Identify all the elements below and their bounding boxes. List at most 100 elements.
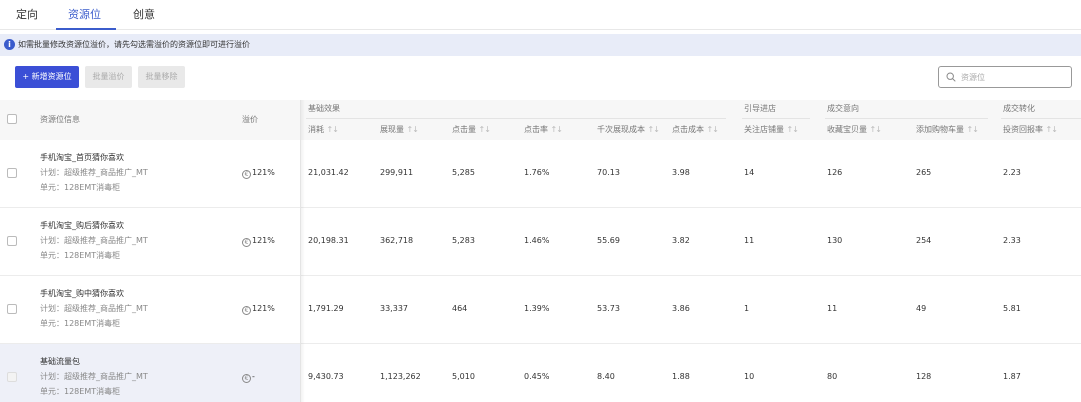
group-divider: [1001, 118, 1081, 119]
sort-icon[interactable]: ↑↓: [327, 125, 339, 134]
table-row[interactable]: 手机淘宝_购中猜你喜欢 计划：超级推荐_商品推广_MT 单元：128EMT消毒柜…: [0, 276, 1081, 344]
col-header-cost[interactable]: 消耗 ↑↓: [308, 124, 339, 135]
notice-banner: i 如需批量修改资源位溢价，请先勾选需溢价的资源位即可进行溢价: [0, 34, 1081, 56]
cell-roi: 5.81: [1003, 304, 1021, 313]
cell-cpc: 3.98: [672, 168, 690, 177]
row-checkbox[interactable]: [7, 304, 17, 314]
cell-add-to-cart: 265: [916, 168, 932, 177]
sort-icon[interactable]: ↑↓: [551, 125, 563, 134]
unit-label: 单元：128EMT消毒柜: [40, 183, 121, 192]
search-icon: [946, 72, 956, 82]
sort-icon[interactable]: ↑↓: [1046, 125, 1058, 134]
premium-icon: €: [242, 374, 251, 383]
col-header-impressions[interactable]: 展现量 ↑↓: [380, 124, 419, 135]
sort-icon[interactable]: ↑↓: [870, 125, 882, 134]
unit-label: 单元：128EMT消毒柜: [40, 387, 121, 396]
cell-roi: 2.23: [1003, 168, 1021, 177]
group-header-basic: 基础效果: [308, 104, 340, 113]
select-all-checkbox[interactable]: [7, 114, 17, 124]
premium-icon: €: [242, 170, 251, 179]
col-header-add-to-cart[interactable]: 添加购物车量 ↑↓: [916, 124, 979, 135]
sort-icon[interactable]: ↑↓: [707, 125, 719, 134]
col-header-roi[interactable]: 投资回报率 ↑↓: [1003, 124, 1058, 135]
group-header-store-visits: 引导进店: [744, 104, 776, 113]
cell-cost: 1,791.29: [308, 304, 344, 313]
col-header-store-follows[interactable]: 关注店铺量 ↑↓: [744, 124, 799, 135]
notice-text: 如需批量修改资源位溢价，请先勾选需溢价的资源位即可进行溢价: [18, 40, 250, 49]
bid-value[interactable]: €121%: [242, 168, 275, 179]
group-divider: [825, 118, 988, 119]
info-icon: i: [4, 39, 15, 50]
plan-label: 计划：超级推荐_商品推广_MT: [40, 236, 148, 245]
cell-store-follows: 10: [744, 372, 755, 381]
bid-value[interactable]: € -: [242, 372, 255, 383]
group-divider: [742, 118, 810, 119]
group-header-purchase-intent: 成交意向: [827, 104, 859, 113]
cell-clicks: 464: [452, 304, 468, 313]
cell-cpc: 3.86: [672, 304, 690, 313]
col-header-cpc[interactable]: 点击成本 ↑↓: [672, 124, 719, 135]
cell-favorites: 11: [827, 304, 838, 313]
cell-ctr: 1.39%: [524, 304, 550, 313]
resource-position-name: 手机淘宝_购中猜你喜欢: [40, 289, 124, 298]
plan-label: 计划：超级推荐_商品推广_MT: [40, 372, 148, 381]
resource-position-name: 基础流量包: [40, 357, 80, 366]
cell-clicks: 5,283: [452, 236, 475, 245]
cell-impressions: 1,123,262: [380, 372, 421, 381]
search-box: [938, 66, 1072, 88]
table-row[interactable]: 手机淘宝_首页猜你喜欢 计划：超级推荐_商品推广_MT 单元：128EMT消毒柜…: [0, 140, 1081, 208]
cell-impressions: 362,718: [380, 236, 414, 245]
col-header-ctr[interactable]: 点击率 ↑↓: [524, 124, 563, 135]
resource-position-name: 手机淘宝_首页猜你喜欢: [40, 153, 124, 162]
plan-label: 计划：超级推荐_商品推广_MT: [40, 304, 148, 313]
cell-cpm: 55.69: [597, 236, 620, 245]
cell-store-follows: 11: [744, 236, 755, 245]
premium-icon: €: [242, 306, 251, 315]
cell-cpm: 53.73: [597, 304, 620, 313]
cell-cpm: 8.40: [597, 372, 615, 381]
table-row[interactable]: 基础流量包 计划：超级推荐_商品推广_MT 单元：128EMT消毒柜 € - 9,…: [0, 344, 1081, 402]
table-row[interactable]: 手机淘宝_购后猜你喜欢 计划：超级推荐_商品推广_MT 单元：128EMT消毒柜…: [0, 208, 1081, 276]
col-header-bid: 溢价: [242, 115, 258, 124]
col-header-cpm[interactable]: 千次展现成本 ↑↓: [597, 124, 660, 135]
sort-icon[interactable]: ↑↓: [407, 125, 419, 134]
tab-resource-position[interactable]: 资源位: [68, 6, 101, 22]
tab-creative[interactable]: 创意: [133, 6, 155, 22]
row-checkbox[interactable]: [7, 372, 17, 382]
sort-icon[interactable]: ↑↓: [967, 125, 979, 134]
cell-cost: 9,430.73: [308, 372, 344, 381]
tab-bar: 定向 资源位 创意: [0, 0, 1081, 30]
premium-icon: €: [242, 238, 251, 247]
cell-favorites: 126: [827, 168, 843, 177]
cell-add-to-cart: 254: [916, 236, 932, 245]
plan-label: 计划：超级推荐_商品推广_MT: [40, 168, 148, 177]
cell-cost: 21,031.42: [308, 168, 349, 177]
col-header-favorites[interactable]: 收藏宝贝量 ↑↓: [827, 124, 882, 135]
cell-clicks: 5,010: [452, 372, 475, 381]
batch-premium-button[interactable]: 批量溢价: [85, 66, 132, 88]
cell-cpc: 1.88: [672, 372, 690, 381]
sort-icon[interactable]: ↑↓: [648, 125, 660, 134]
search-input[interactable]: [961, 70, 1067, 84]
tab-targeting[interactable]: 定向: [16, 6, 38, 22]
table-header: 资源位信息 溢价 基础效果 引导进店 成交意向 成交转化 消耗 ↑↓ 展现量 ↑…: [0, 100, 1081, 140]
cell-cpm: 70.13: [597, 168, 620, 177]
bid-value[interactable]: €121%: [242, 236, 275, 247]
cell-ctr: 1.76%: [524, 168, 550, 177]
sort-icon[interactable]: ↑↓: [479, 125, 491, 134]
unit-label: 单元：128EMT消毒柜: [40, 251, 121, 260]
cell-clicks: 5,285: [452, 168, 475, 177]
unit-label: 单元：128EMT消毒柜: [40, 319, 121, 328]
add-resource-position-button[interactable]: + 新增资源位: [15, 66, 79, 88]
sort-icon[interactable]: ↑↓: [787, 125, 799, 134]
bid-value[interactable]: €121%: [242, 304, 275, 315]
batch-remove-button[interactable]: 批量移除: [138, 66, 185, 88]
row-checkbox[interactable]: [7, 168, 17, 178]
cell-favorites: 80: [827, 372, 838, 381]
cell-store-follows: 1: [744, 304, 750, 313]
row-checkbox[interactable]: [7, 236, 17, 246]
group-divider: [306, 118, 726, 119]
col-header-clicks[interactable]: 点击量 ↑↓: [452, 124, 491, 135]
frozen-column-shadow: [301, 100, 305, 402]
cell-roi: 1.87: [1003, 372, 1021, 381]
